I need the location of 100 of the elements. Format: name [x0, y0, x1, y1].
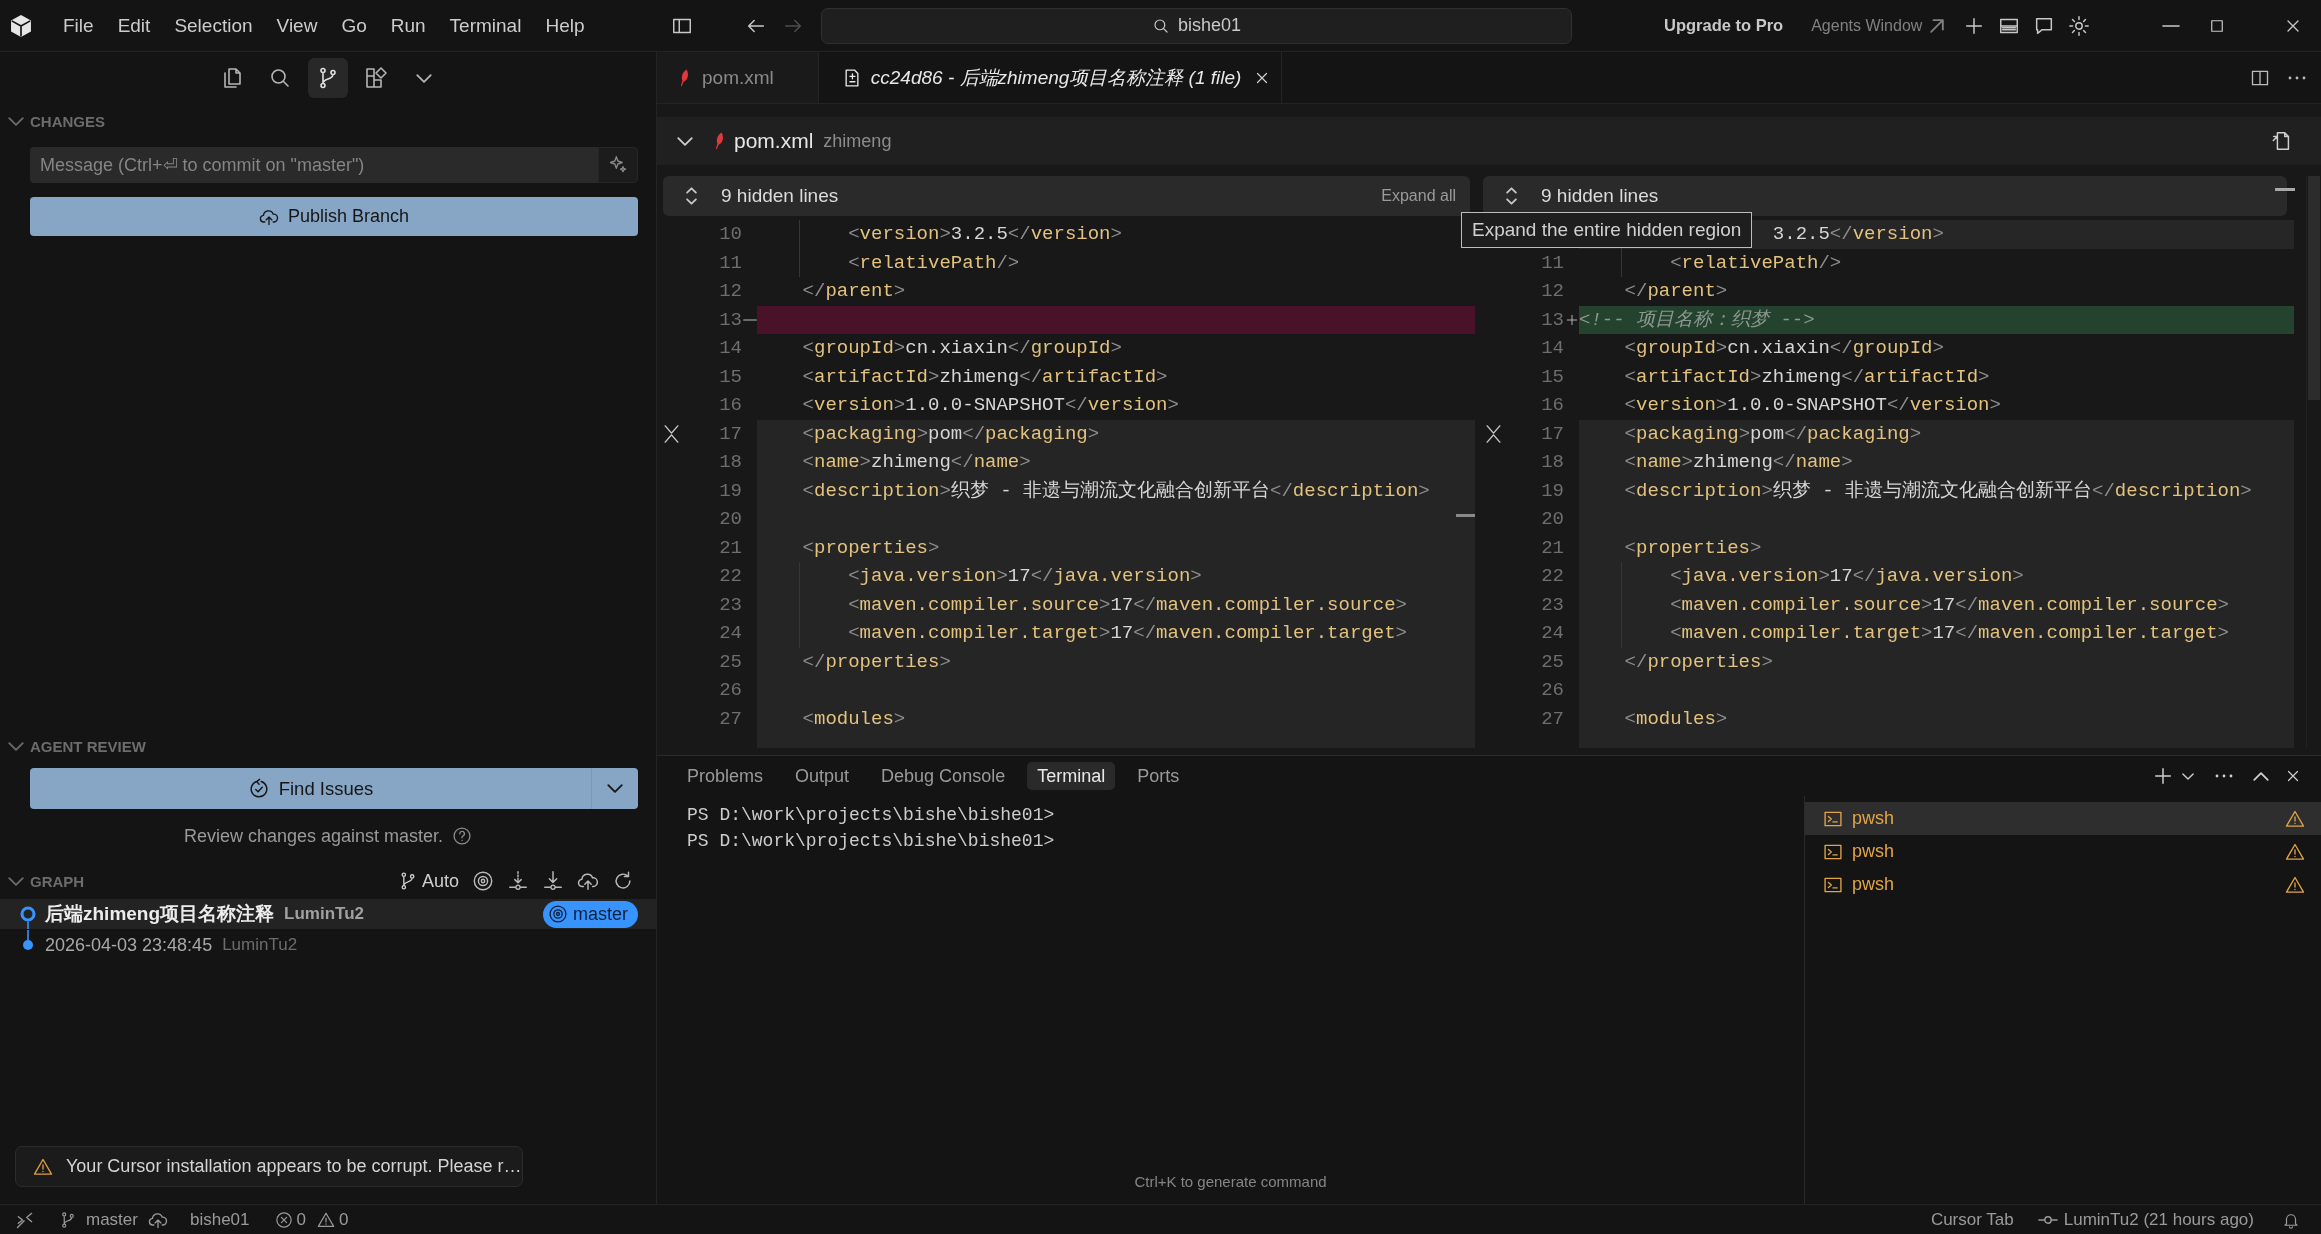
pull-icon[interactable] — [542, 870, 564, 892]
branch-badge: master — [543, 900, 638, 928]
more-icon[interactable] — [2287, 75, 2307, 80]
branch-icon — [59, 1210, 77, 1229]
terminal-item[interactable]: pwsh — [1805, 802, 2321, 835]
unfold-icon — [1506, 187, 1517, 205]
menu-item[interactable]: Go — [329, 10, 379, 41]
code-line: <groupId>cn.xiaxin</groupId> — [802, 337, 1122, 359]
commit-message-input[interactable]: Message (Ctrl+⏎ to commit on "master") — [30, 147, 598, 183]
find-issues-dropdown[interactable] — [591, 768, 638, 809]
panel-tab[interactable]: Problems — [677, 762, 774, 790]
collapse-icon[interactable] — [1486, 424, 1501, 443]
blame-status[interactable]: LuminTu2 (21 hours ago) — [2037, 1209, 2254, 1230]
external-arrow-icon — [1930, 18, 1945, 33]
code-line: <version>1.0.0-SNAPSHOT</version> — [802, 394, 1179, 416]
error-icon — [274, 1210, 293, 1229]
section-title: CHANGES — [30, 112, 105, 130]
more-icon[interactable] — [2214, 774, 2234, 778]
line-number: 15 — [719, 365, 742, 388]
target-icon[interactable] — [472, 870, 494, 892]
workspace-status[interactable]: bishe01 — [189, 1209, 250, 1230]
line-number: 25 — [1541, 650, 1564, 673]
terminal-line: PS D:\work\projects\bishe\bishe01> — [687, 831, 1055, 851]
collapse-icon[interactable] — [664, 424, 679, 443]
line-number: 12 — [1541, 280, 1564, 302]
code-line: </parent> — [802, 280, 906, 302]
commit-row[interactable]: 后端zhimeng项目名称注释 LuminTu2 master — [0, 899, 656, 929]
code-line: <artifactId>zhimeng</artifactId> — [1624, 365, 1990, 388]
panel-tab[interactable]: Terminal — [1027, 762, 1116, 790]
ruler-mark-icon — [1456, 514, 1475, 517]
expand-all-link[interactable]: Expand all — [1381, 187, 1456, 205]
plus-icon — [1564, 312, 1579, 327]
cube-logo-icon — [11, 14, 31, 37]
hidden-lines-bar[interactable]: 9 hidden lines — [1483, 176, 2287, 216]
menu-item[interactable]: Help — [533, 10, 597, 41]
code-line: </properties> — [802, 650, 951, 673]
fetch-icon[interactable] — [507, 870, 529, 892]
line-number: 27 — [719, 707, 742, 730]
line-number: 15 — [1541, 365, 1564, 388]
panel-tab[interactable]: Ports — [1127, 762, 1190, 790]
file-name: pom.xml — [734, 129, 814, 153]
errors-status[interactable]: 0 — [274, 1209, 306, 1230]
branch-status[interactable]: master — [59, 1209, 138, 1230]
find-issues-button[interactable]: Find Issues — [30, 768, 591, 809]
line-number: 11 — [719, 251, 742, 274]
menu-item[interactable]: Edit — [105, 10, 163, 41]
terminal-item[interactable]: pwsh — [1805, 835, 2321, 868]
line-number: 14 — [1541, 337, 1564, 359]
line-number: 18 — [719, 451, 742, 473]
commit-row[interactable]: 2026-04-03 23:48:45 LuminTu2 — [0, 929, 656, 961]
hidden-lines-label: 9 hidden lines — [1541, 185, 1659, 207]
panel-tab[interactable]: Debug Console — [871, 762, 1016, 790]
menu-item[interactable]: Run — [378, 10, 438, 41]
code-line: <relativePath/> — [848, 251, 1020, 274]
menu-item[interactable]: Terminal — [437, 10, 534, 41]
settings-icon[interactable] — [2068, 14, 2091, 37]
sparkle-icon — [608, 155, 628, 175]
upgrade-link[interactable]: Upgrade to Pro — [1664, 16, 1784, 35]
editor-tab[interactable]: pom.xml — [657, 52, 819, 103]
panel-tab[interactable]: Output — [785, 762, 860, 790]
generate-message-button[interactable] — [598, 147, 638, 183]
cursor-tab-status[interactable]: Cursor Tab — [1930, 1209, 2014, 1230]
menu-item[interactable]: Selection — [162, 10, 265, 41]
minimize-icon[interactable] — [2162, 24, 2180, 27]
menu-item[interactable]: File — [51, 10, 106, 41]
line-number: 22 — [1541, 565, 1564, 587]
line-number: 17 — [1541, 422, 1564, 445]
line-number: 19 — [719, 479, 742, 502]
terminal-item[interactable]: pwsh — [1805, 868, 2321, 901]
activity-tab[interactable] — [308, 58, 348, 98]
line-number: 20 — [719, 508, 742, 530]
chevron-up-icon[interactable] — [2253, 771, 2269, 781]
review-hint: Review changes against master. — [183, 825, 444, 847]
menu-item[interactable]: View — [264, 10, 330, 41]
publish-branch-button[interactable]: Publish Branch — [30, 197, 638, 236]
help-icon[interactable] — [452, 826, 473, 846]
auto-mode-button[interactable]: Auto — [397, 870, 459, 892]
warnings-status[interactable]: 0 — [317, 1209, 349, 1230]
line-number: 22 — [719, 565, 742, 587]
commit-message: 后端zhimeng项目名称注释 — [45, 902, 275, 926]
commit-author: LuminTu2 — [284, 904, 364, 924]
line-number: 16 — [719, 394, 742, 416]
circular-check-icon — [247, 777, 270, 800]
search-field[interactable]: bishe01 — [821, 7, 1572, 44]
hidden-lines-bar[interactable]: 9 hidden lines Expand all — [663, 176, 1470, 216]
blocks-icon — [364, 66, 388, 90]
agents-window-link[interactable]: Agents Window — [1811, 16, 1923, 35]
code-line: 3.2.5</version> — [1772, 223, 1944, 245]
plus-icon[interactable] — [2152, 765, 2174, 787]
warning-icon — [317, 1210, 335, 1229]
code-line: <maven.compiler.source>17</maven.compiler.source> — [848, 593, 1407, 616]
line-number: 20 — [1541, 508, 1564, 530]
line-number: 14 — [719, 337, 742, 359]
code-line: <java.version>17</java.version> — [1670, 565, 2024, 587]
section-title: AGENT REVIEW — [30, 737, 146, 755]
code-line: <description>织梦 - 非遗与潮流文化融合创新平台</description> — [802, 479, 1430, 502]
code-line: <relativePath/> — [1670, 251, 1842, 274]
warning-icon — [2285, 841, 2305, 862]
code-line: <name>zhimeng</name> — [1624, 451, 1853, 473]
line-number: 19 — [1541, 479, 1564, 502]
